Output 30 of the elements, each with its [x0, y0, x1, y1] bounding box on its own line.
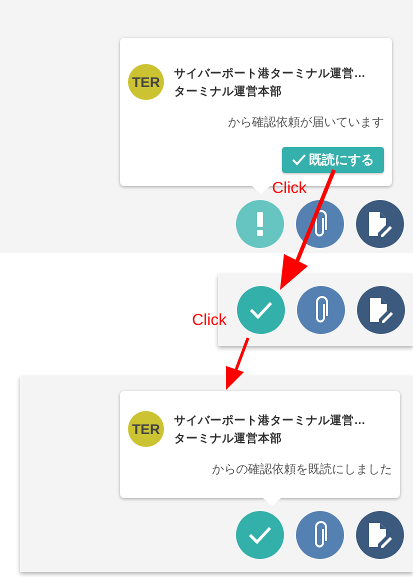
- avatar: TER: [128, 64, 164, 100]
- sender-name: サイバーポート港ターミナル運営…: [174, 66, 366, 80]
- edit-button[interactable]: [356, 511, 404, 559]
- paperclip-icon: [313, 521, 327, 549]
- check-button[interactable]: [237, 286, 285, 334]
- attach-button[interactable]: [296, 511, 344, 559]
- check-icon: [292, 154, 306, 166]
- mark-read-button[interactable]: 既読にする: [282, 147, 384, 173]
- paperclip-icon: [314, 296, 328, 324]
- avatar: TER: [128, 411, 164, 447]
- department-name: ターミナル運営本部: [174, 84, 283, 98]
- check-icon: [249, 301, 273, 319]
- document-edit-icon: [367, 211, 393, 237]
- exclamation-icon: [256, 212, 264, 236]
- sender-name: サイバーポート港ターミナル運営…: [174, 413, 366, 428]
- document-edit-icon: [367, 522, 393, 548]
- document-edit-icon: [368, 297, 394, 323]
- attach-button[interactable]: [297, 286, 345, 334]
- click-label: Click: [272, 180, 307, 198]
- arrow: [226, 337, 250, 390]
- edit-button[interactable]: [356, 200, 404, 248]
- message-text: からの確認依頼を既読にしました: [212, 461, 392, 478]
- department-name: ターミナル運営本部: [174, 431, 283, 446]
- check-button[interactable]: [236, 511, 284, 559]
- click-label: Click: [192, 312, 227, 330]
- message-text: から確認依頼が届いています: [228, 114, 384, 131]
- edit-button[interactable]: [357, 286, 405, 334]
- check-icon: [248, 526, 272, 544]
- attach-button[interactable]: [296, 200, 344, 248]
- paperclip-icon: [313, 210, 327, 238]
